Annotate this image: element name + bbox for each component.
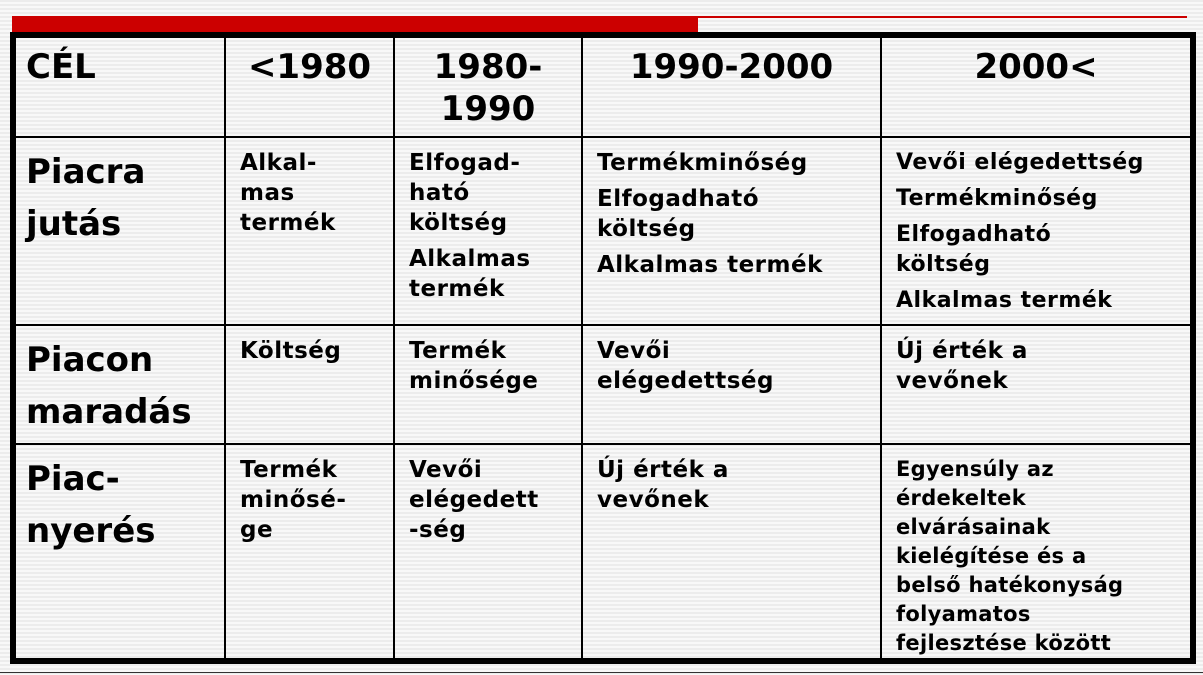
title-accent-line bbox=[698, 16, 1187, 18]
cell-entry: Új érték a vevőnek bbox=[896, 338, 1028, 394]
cell-entry: Termékminőség bbox=[896, 186, 1098, 211]
table-cell: Vevői elégedettség Termékminőség Elfogad… bbox=[880, 136, 1190, 326]
table-cell: Termékminőség Elfogadható költség Alkalm… bbox=[581, 136, 882, 326]
cell-entry: Termékminőség bbox=[597, 150, 808, 176]
header-after-2000: 2000< bbox=[880, 38, 1190, 138]
cell-entry: Vevői elégedett -ség bbox=[409, 457, 539, 543]
cell-entry: Új érték a vevőnek bbox=[597, 457, 729, 513]
cell-entry: Egyensúly az érdekeltek elvárásainak kie… bbox=[896, 457, 1124, 655]
cell-entry: Vevői elégedettség bbox=[597, 338, 774, 394]
goals-table-frame: CÉL <1980 1980- 1990 1990-2000 2000< Pia… bbox=[10, 32, 1196, 664]
cell-entry: Alkalmas termék bbox=[597, 252, 823, 278]
cell-entry: Elfogadható költség bbox=[896, 222, 1052, 277]
cell-entry: Költség bbox=[240, 338, 342, 364]
cell-entry: Elfogadható költség bbox=[597, 186, 760, 242]
table-row-piacnyeres: Piac- nyerés Termék minősé- ge Vevői elé… bbox=[16, 443, 1190, 658]
table-cell: Vevői elégedett -ség bbox=[393, 443, 583, 658]
table-row-piacon-maradas: Piacon maradás Költség Termék minősége V… bbox=[16, 324, 1190, 445]
table-cell: Vevői elégedettség bbox=[581, 324, 882, 445]
slide-bottom-border bbox=[0, 672, 1203, 673]
cell-entry: Elfogad- ható költség bbox=[409, 150, 521, 236]
cell-entry: Vevői elégedettség bbox=[896, 150, 1144, 175]
table-cell: Új érték a vevőnek bbox=[880, 324, 1190, 445]
table-cell: Költség bbox=[224, 324, 395, 445]
header-cel: CÉL bbox=[16, 38, 226, 138]
goals-by-period-table: CÉL <1980 1980- 1990 1990-2000 2000< Pia… bbox=[16, 38, 1190, 658]
table-cell: Termék minősége bbox=[393, 324, 583, 445]
cell-entry: Alkalmas termék bbox=[896, 288, 1113, 313]
header-1980-1990: 1980- 1990 bbox=[393, 38, 583, 138]
cell-entry: Alkalmas termék bbox=[409, 246, 531, 302]
cell-entry: Alkal- mas termék bbox=[240, 150, 336, 236]
cell-entry: Termék minősé- ge bbox=[240, 457, 347, 543]
row-label: Piacon maradás bbox=[16, 324, 226, 445]
table-cell: Elfogad- ható költség Alkalmas termék bbox=[393, 136, 583, 326]
cell-entry: Termék minősége bbox=[409, 338, 539, 394]
table-cell: Termék minősé- ge bbox=[224, 443, 395, 658]
header-before-1980: <1980 bbox=[224, 38, 395, 138]
table-header-row: CÉL <1980 1980- 1990 1990-2000 2000< bbox=[16, 38, 1190, 138]
title-accent-bar bbox=[12, 16, 698, 32]
row-label: Piac- nyerés bbox=[16, 443, 226, 658]
header-1990-2000: 1990-2000 bbox=[581, 38, 882, 138]
table-cell: Új érték a vevőnek bbox=[581, 443, 882, 658]
table-cell: Alkal- mas termék bbox=[224, 136, 395, 326]
table-row-piacra-jutas: Piacra jutás Alkal- mas termék Elfogad- … bbox=[16, 136, 1190, 326]
table-cell: Egyensúly az érdekeltek elvárásainak kie… bbox=[880, 443, 1190, 658]
row-label: Piacra jutás bbox=[16, 136, 226, 326]
